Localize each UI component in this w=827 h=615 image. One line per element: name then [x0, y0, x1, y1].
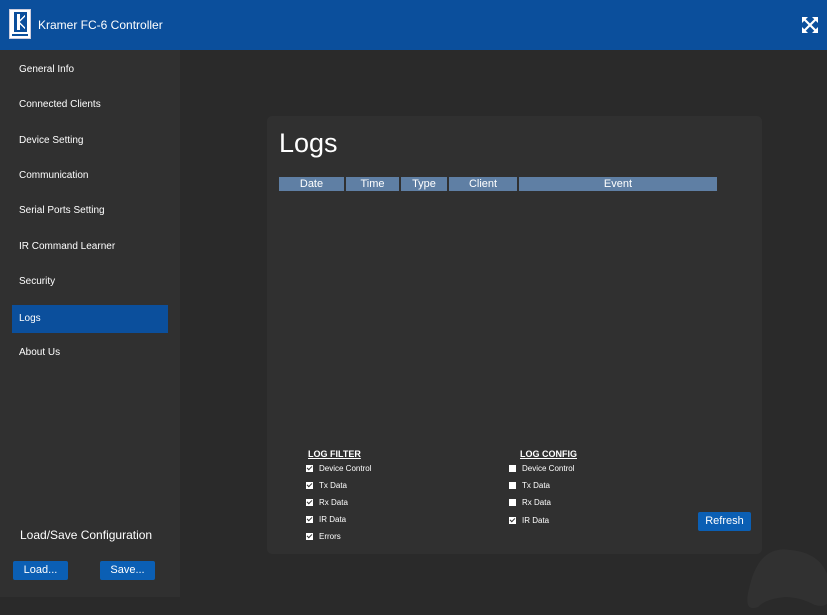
log-config-tx-data[interactable]: Tx Data [509, 481, 550, 490]
column-header-event: Event [519, 177, 717, 191]
log-config-ir-data[interactable]: IR Data [509, 516, 549, 525]
sidebar-item-communication[interactable]: Communication [12, 162, 168, 190]
checkbox[interactable] [509, 499, 516, 506]
checkbox-label: Rx Data [319, 498, 348, 507]
app-title: Kramer FC-6 Controller [38, 18, 163, 32]
column-header-type: Type [401, 177, 447, 191]
log-filter-tx-data[interactable]: Tx Data [306, 481, 347, 490]
checkbox-label: Device Control [319, 464, 372, 473]
load-save-title: Load/Save Configuration [20, 528, 153, 542]
checkbox[interactable] [306, 482, 313, 489]
kramer-logo-icon [9, 9, 31, 39]
load-button[interactable]: Load... [13, 561, 68, 580]
checkbox-label: Tx Data [319, 481, 348, 490]
checkbox-label: Device Control [522, 464, 575, 473]
sidebar-item-logs[interactable]: Logs [12, 305, 168, 333]
expand-arrows-icon[interactable] [801, 16, 819, 34]
logs-table-header: Date Time Type Client Event [279, 177, 719, 191]
checkbox[interactable] [509, 482, 516, 489]
checkbox[interactable] [509, 465, 516, 472]
log-filter-device-control[interactable]: Device Control [306, 464, 371, 473]
sidebar: General Info Connected Clients Device Se… [0, 50, 180, 597]
logs-panel: Logs Date Time Type Client Event LOG FIL… [267, 116, 762, 554]
checkbox[interactable] [306, 516, 313, 523]
log-filter-errors[interactable]: Errors [306, 532, 341, 541]
save-button[interactable]: Save... [100, 561, 155, 580]
log-filter-rx-data[interactable]: Rx Data [306, 498, 348, 507]
sidebar-item-security[interactable]: Security [12, 268, 168, 296]
page-title: Logs [279, 128, 338, 158]
log-config-title: LOG CONFIG [520, 449, 577, 459]
checkbox[interactable] [306, 465, 313, 472]
log-filter-title: LOG FILTER [308, 449, 361, 459]
sidebar-item-serial-ports-setting[interactable]: Serial Ports Setting [12, 197, 168, 225]
checkbox-label: Errors [319, 532, 341, 541]
gamepad-watermark-icon [747, 549, 827, 608]
checkbox[interactable] [509, 517, 516, 524]
log-filter-ir-data[interactable]: IR Data [306, 515, 346, 524]
sidebar-item-about-us[interactable]: About Us [12, 339, 168, 367]
column-header-date: Date [279, 177, 344, 191]
log-config-device-control[interactable]: Device Control [509, 464, 574, 473]
checkbox[interactable] [306, 533, 313, 540]
checkbox-label: Rx Data [522, 498, 551, 507]
sidebar-item-ir-command-learner[interactable]: IR Command Learner [12, 233, 168, 261]
sidebar-item-device-setting[interactable]: Device Setting [12, 127, 168, 155]
checkbox[interactable] [306, 499, 313, 506]
column-header-time: Time [346, 177, 399, 191]
checkbox-label: Tx Data [522, 481, 551, 490]
app-header: Kramer FC-6 Controller [0, 0, 827, 50]
sidebar-item-connected-clients[interactable]: Connected Clients [12, 91, 168, 119]
column-header-client: Client [449, 177, 517, 191]
log-config-rx-data[interactable]: Rx Data [509, 498, 551, 507]
sidebar-item-general-info[interactable]: General Info [12, 56, 168, 84]
checkbox-label: IR Data [522, 516, 550, 525]
checkbox-label: IR Data [319, 515, 347, 524]
